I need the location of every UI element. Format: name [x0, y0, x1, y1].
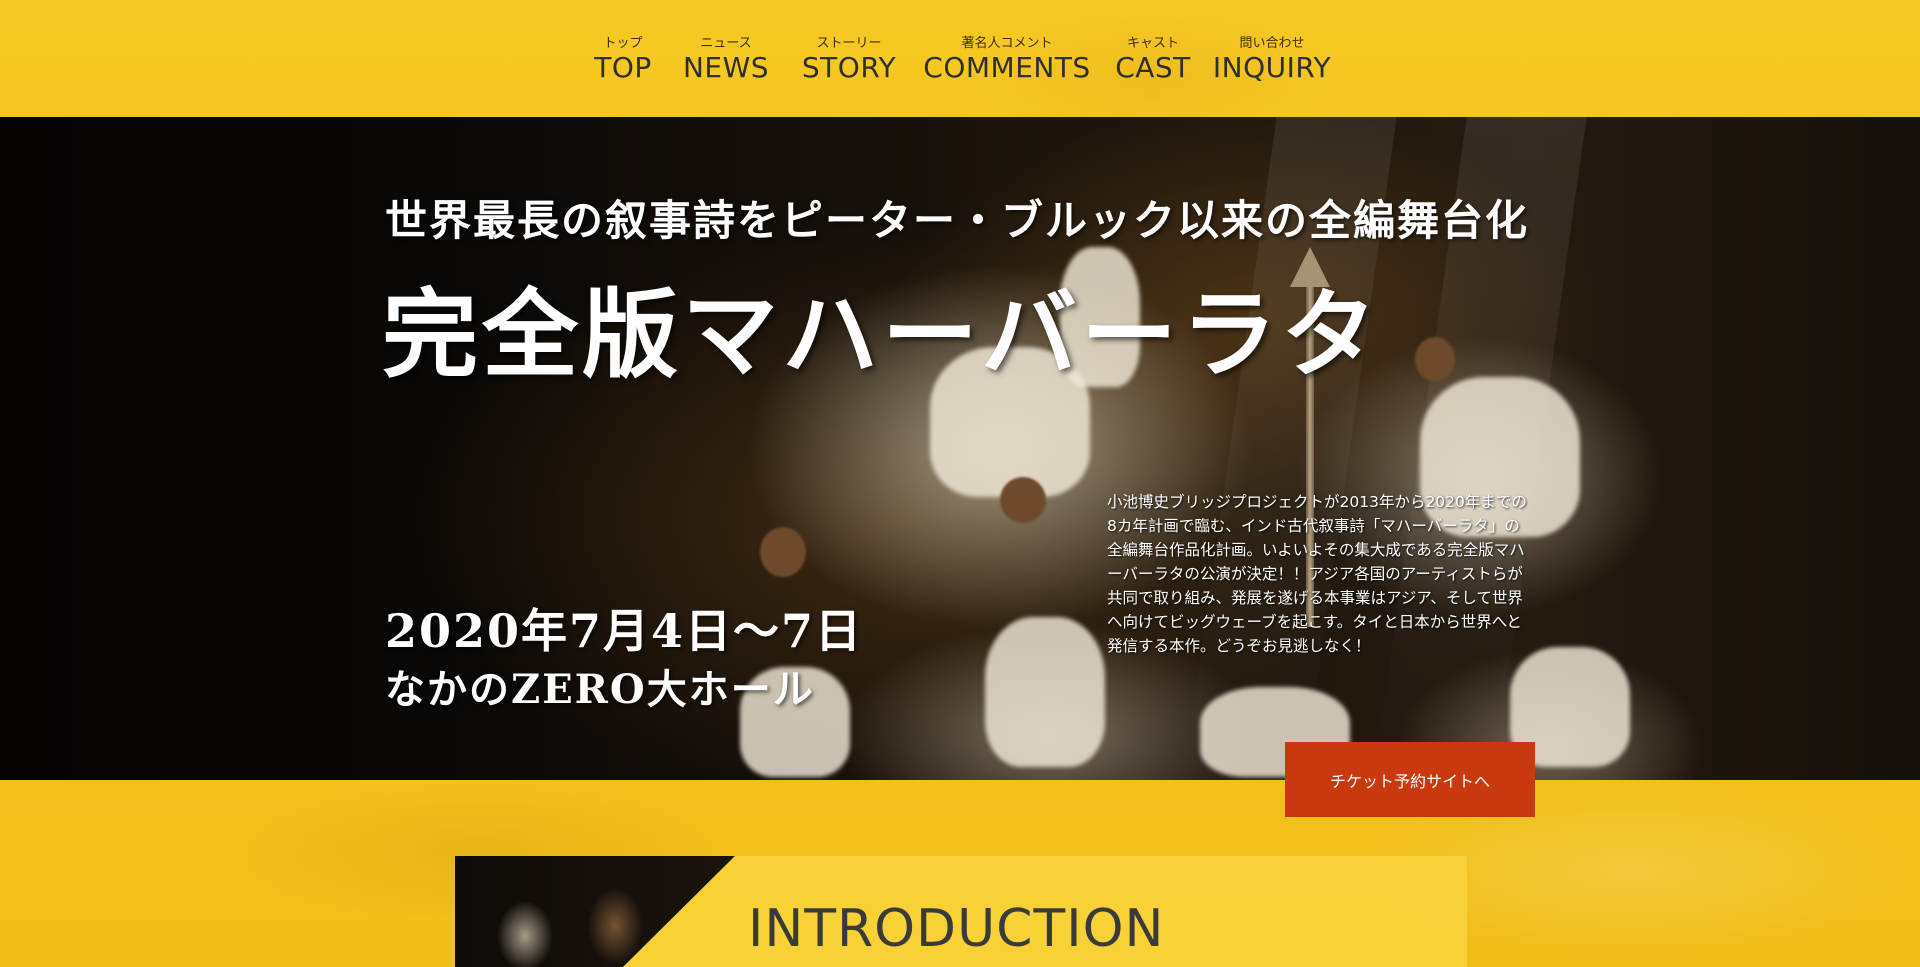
- nav-item-top-label: TOP: [594, 51, 652, 84]
- nav-item-top-sub: トップ: [603, 36, 643, 51]
- nav-item-comments-sub: 著名人コメント: [961, 36, 1053, 51]
- hero-subtitle: 世界最長の叙事詩をピーター・ブルック以来の全編舞台化: [385, 196, 1530, 245]
- introduction-heading: INTRODUCTION: [748, 899, 1165, 959]
- nav-item-cast[interactable]: キャスト CAST: [1102, 37, 1204, 85]
- nav-item-comments-label: COMMENTS: [923, 51, 1091, 84]
- nav-list: トップ TOP ニュース NEWS ストーリー STORY 著名人コメント CO…: [580, 37, 1340, 85]
- nav-item-story[interactable]: ストーリー STORY: [786, 37, 912, 85]
- hero-title: 完全版マハーバーラタ: [382, 278, 1382, 391]
- nav-item-inquiry[interactable]: 問い合わせ INQUIRY: [1204, 37, 1340, 85]
- nav-item-inquiry-sub: 問い合わせ: [1239, 36, 1305, 51]
- hero-banner: 世界最長の叙事詩をピーター・ブルック以来の全編舞台化 完全版マハーバーラタ 20…: [0, 117, 1920, 780]
- performer-head: [1000, 477, 1046, 523]
- nav-item-inquiry-label: INQUIRY: [1212, 51, 1332, 84]
- nav-item-cast-sub: キャスト: [1126, 36, 1179, 51]
- main-nav: トップ TOP ニュース NEWS ストーリー STORY 著名人コメント CO…: [0, 0, 1920, 117]
- performance-venue: なかのZERO大ホール: [385, 666, 815, 713]
- performer-head: [760, 527, 806, 577]
- nav-item-story-label: STORY: [801, 51, 897, 84]
- performer-figure: [985, 617, 1105, 767]
- nav-item-story-sub: ストーリー: [816, 36, 882, 51]
- nav-item-cast-label: CAST: [1115, 51, 1191, 84]
- performer-head: [1415, 337, 1455, 381]
- hero-description: 小池博史ブリッジプロジェクトが2013年から2020年までの8カ年計画で臨む、イ…: [1107, 493, 1527, 655]
- nav-item-news[interactable]: ニュース NEWS: [666, 37, 786, 85]
- nav-item-news-label: NEWS: [682, 51, 770, 84]
- ticket-reservation-button[interactable]: チケット予約サイトへ: [1285, 742, 1535, 817]
- nav-item-comments[interactable]: 著名人コメント COMMENTS: [912, 37, 1102, 85]
- performance-dates: 2020年7月4日〜7日: [385, 604, 864, 658]
- nav-item-top[interactable]: トップ TOP: [580, 37, 666, 85]
- nav-item-news-sub: ニュース: [700, 36, 752, 51]
